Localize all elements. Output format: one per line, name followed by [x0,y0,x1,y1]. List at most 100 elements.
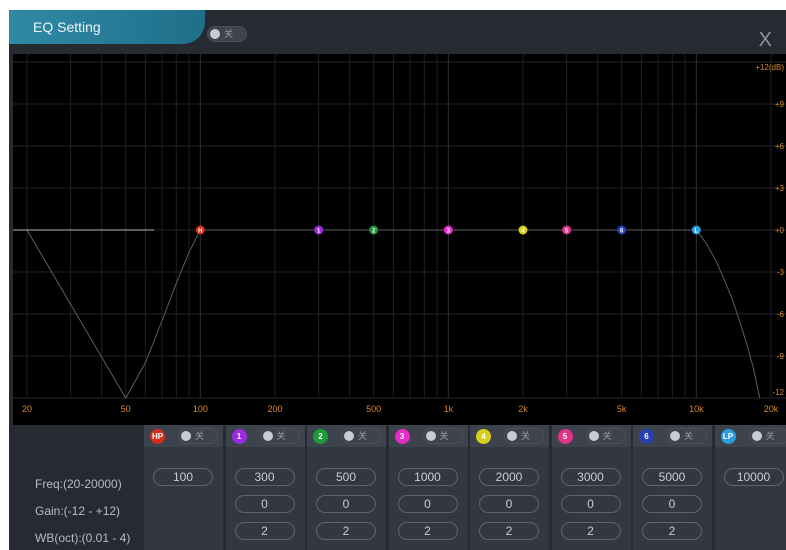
gain-input[interactable]: 0 [397,495,458,513]
band-enable-toggle[interactable]: 关 [504,428,544,444]
eq-setting-window: EQ Setting 关 X +12(dB) +9 +6 +3 +0 -3 -6 -9 -12 2… [9,10,786,550]
band-column-1: 1 关 300 0 2 [225,425,305,550]
y-tick-label: +6 [775,142,785,151]
gain-input[interactable]: 0 [642,495,702,513]
band-enable-toggle[interactable]: 关 [748,428,786,444]
window-title: EQ Setting [9,10,205,44]
band-badge: 4 [476,429,491,444]
toggle-state-label: 关 [276,431,286,441]
wb-input[interactable]: 2 [560,522,621,540]
gain-input[interactable]: 0 [234,495,295,513]
freq-input[interactable]: 500 [316,468,376,486]
band-badge: 3 [394,429,410,444]
close-icon[interactable]: X [759,30,772,50]
band-column-6: 6 关 5000 0 2 [633,425,712,550]
y-tick-label: -12 [772,388,784,397]
band-enable-toggle[interactable]: 关 [341,428,381,444]
freq-input[interactable]: 5000 [642,468,702,486]
band-enable-toggle[interactable]: 关 [178,428,218,444]
gain-input[interactable]: 0 [560,495,621,513]
band-header: 6关 [633,425,712,447]
band-node-label: L [695,229,699,235]
x-tick-label: 200 [267,404,282,414]
toggle-state-label: 关 [195,431,205,441]
toggle-state-label: 关 [224,29,234,39]
wb-input[interactable]: 2 [316,522,376,540]
wb-input[interactable]: 2 [642,522,702,540]
y-tick-label: +0 [775,226,785,235]
band-node-label: H [198,229,202,235]
y-tick-label: +3 [775,184,785,193]
band-column-HP: HP 关 100 [144,425,223,550]
band-controls-panel: Freq:(20-20000) Gain:(-12 - +12) WB(oct)… [9,425,786,550]
toggle-state-label: 关 [439,431,449,441]
gain-input[interactable]: 0 [479,495,539,513]
freq-input[interactable]: 3000 [560,468,621,486]
band-header: 4关 [470,425,549,447]
x-tick-label: 20k [764,404,779,414]
wb-input[interactable]: 2 [234,522,295,540]
band-column-5: 5 关 3000 0 2 [551,425,631,550]
x-tick-label: 50 [121,404,131,414]
x-tick-label: 5k [617,404,627,414]
x-tick-label: 20 [22,404,32,414]
gain-input[interactable]: 0 [316,495,376,513]
band-enable-toggle[interactable]: 关 [585,428,626,444]
x-tick-label: 500 [366,404,381,414]
eq-response-chart[interactable]: +12(dB) +9 +6 +3 +0 -3 -6 -9 -12 20 50 100 200 500 1k 2… [13,54,786,425]
toggle-knob [670,431,680,441]
y-tick-label: +12(dB) [755,63,784,72]
x-tick-label: 10k [689,404,704,414]
gain-row-label: Gain:(-12 - +12) [35,504,121,518]
band-enable-toggle[interactable]: 关 [259,428,300,444]
toggle-knob [588,431,599,441]
toggle-state-label: 关 [765,431,775,441]
y-tick-label: -9 [777,352,785,361]
freq-input[interactable]: 10000 [723,468,784,486]
band-header: 3关 [388,425,468,447]
x-tick-label: 2k [518,404,528,414]
toggle-state-label: 关 [358,431,368,441]
freq-input[interactable]: 1000 [397,468,458,486]
band-header: 2关 [307,425,386,447]
freq-input[interactable]: 2000 [479,468,539,486]
toggle-state-label: 关 [684,431,694,441]
band-enable-toggle[interactable]: 关 [667,428,707,444]
eq-master-toggle[interactable]: 关 [207,26,247,42]
band-header: 1关 [225,425,305,447]
wb-input[interactable]: 2 [479,522,539,540]
toggle-state-label: 关 [521,431,531,441]
toggle-knob [507,431,517,441]
band-badge: 2 [313,429,328,444]
band-badge: 1 [231,429,247,444]
y-tick-label: +9 [775,100,785,109]
band-column-4: 4 关 2000 0 2 [470,425,549,550]
band-enable-toggle[interactable]: 关 [422,428,463,444]
band-badge: HP [150,429,165,444]
band-badge: 6 [639,429,654,444]
x-tick-label: 100 [193,404,208,414]
y-tick-label: -6 [777,310,785,319]
band-header: LP 关 [714,425,786,447]
band-header: HP 关 [144,425,223,447]
wb-input[interactable]: 2 [397,522,458,540]
wb-row-label: WB(oct):(0.01 - 4) [35,531,131,545]
band-badge: 5 [557,429,573,444]
toggle-knob [181,431,191,441]
band-column-3: 3 关 1000 0 2 [388,425,468,550]
freq-input[interactable]: 300 [234,468,295,486]
freq-row-label: Freq:(20-20000) [35,477,122,491]
toggle-knob [262,431,273,441]
eq-chart-svg[interactable]: +12(dB) +9 +6 +3 +0 -3 -6 -9 -12 20 50 100 200 500 1k 2… [13,54,786,425]
toggle-knob [425,431,436,441]
toggle-knob [751,431,762,441]
toggle-state-label: 关 [602,431,612,441]
toggle-knob [210,29,220,39]
band-badge: LP [720,429,736,444]
band-header: 5关 [551,425,631,447]
x-tick-label: 1k [444,404,454,414]
y-tick-label: -3 [777,268,785,277]
band-column-2: 2 关 500 0 2 [307,425,386,550]
freq-input[interactable]: 100 [153,468,213,486]
toggle-knob [344,431,354,441]
